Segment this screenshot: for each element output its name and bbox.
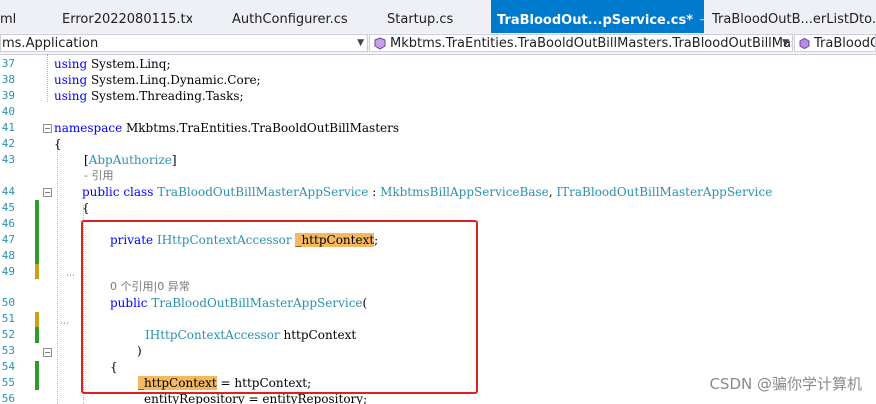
- tab-trabloodout-appservice[interactable]: TraBloodOut...pService.cs*⊣×: [491, 0, 704, 33]
- tab-ml[interactable]: ml: [0, 0, 20, 33]
- code-text: namespace Mkbtms.TraEntities.TraBooldOut…: [54, 120, 399, 136]
- code-text: {: [54, 137, 62, 151]
- code-text: using System.Linq;: [54, 56, 171, 72]
- type-name: TraBloodOutBillMasterAppService: [157, 185, 369, 199]
- code-token: System.Threading.Tasks;: [87, 89, 244, 103]
- code-line: 43 [AbpAuthorize]: [0, 152, 876, 168]
- tab-startup[interactable]: Startup.cs: [387, 0, 477, 33]
- tab-label: Error2022080115.txt: [62, 12, 192, 27]
- tab-trabloodout-listdto[interactable]: TraBloodOutB...erListDto.cs: [712, 0, 876, 33]
- project-name: ms.Application: [2, 36, 99, 51]
- code-text: {: [82, 201, 90, 215]
- type-name: MkbtmsBillAppServiceBase: [380, 185, 549, 199]
- code-text: [AbpAuthorize]: [84, 152, 177, 168]
- line-number: 49: [1, 265, 15, 278]
- code-token: ]: [171, 153, 177, 167]
- line-number: 43: [1, 153, 15, 166]
- type-name: ITraBloodOutBillMasterAppService: [556, 185, 773, 199]
- line-number: 54: [1, 360, 15, 373]
- navigation-bar: ms.Application ▼ Mkbtms.TraEntities.TraB…: [0, 33, 876, 55]
- tab-label: ml: [0, 12, 17, 27]
- tab-label: Startup.cs: [387, 12, 454, 27]
- line-number: 41: [1, 121, 15, 134]
- line-number: 53: [1, 344, 15, 357]
- line-number: 44: [1, 185, 15, 198]
- class-icon: [374, 37, 386, 50]
- line-number: 39: [1, 89, 15, 102]
- code-text: using System.Threading.Tasks;: [54, 88, 244, 104]
- code-text: using System.Linq.Dynamic.Core;: [54, 72, 261, 88]
- line-number: 51: [1, 312, 15, 325]
- member-name: TraBloodO: [814, 36, 876, 51]
- keyword: using: [54, 73, 88, 87]
- line-number: 42: [1, 137, 15, 150]
- keyword: class: [123, 185, 154, 199]
- code-line: 42 {: [0, 136, 876, 152]
- watermark: CSDN @骗你学计算机: [709, 375, 862, 393]
- line-number: 55: [1, 376, 15, 389]
- code-token: System.Linq.Dynamic.Core;: [87, 73, 261, 87]
- code-line: 39 using System.Threading.Tasks;: [0, 88, 876, 104]
- document-tab-strip: ml Error2022080115.txt AuthConfigurer.cs…: [0, 0, 876, 34]
- code-text: public class TraBloodOutBillMasterAppSer…: [82, 184, 772, 200]
- codelens-line: - 引用: [0, 168, 876, 184]
- code-token: :: [368, 185, 381, 199]
- code-line: 44 public class TraBloodOutBillMasterApp…: [0, 184, 876, 200]
- line-number: 40: [1, 105, 15, 118]
- code-token: System.Linq;: [87, 57, 171, 71]
- line-number: 37: [1, 57, 15, 70]
- member-dropdown[interactable]: TraBloodO: [794, 34, 876, 52]
- method-icon: [799, 37, 810, 50]
- code-line: 38 using System.Linq.Dynamic.Core;: [0, 72, 876, 88]
- type-name: AbpAuthorize: [88, 153, 172, 167]
- type-dropdown[interactable]: Mkbtms.TraEntities.TraBooldOutBillMaster…: [369, 34, 793, 52]
- keyword: public: [82, 185, 120, 199]
- keyword: using: [54, 89, 88, 103]
- code-line: 45 {: [0, 200, 876, 216]
- line-number: 50: [1, 296, 15, 309]
- pin-icon[interactable]: ⊣: [699, 13, 704, 27]
- tab-error-log[interactable]: Error2022080115.txt: [62, 0, 192, 33]
- chevron-down-icon: ▼: [357, 38, 364, 48]
- project-dropdown[interactable]: ms.Application ▼: [0, 34, 368, 52]
- keyword: namespace: [54, 121, 123, 135]
- code-line: 40: [0, 104, 876, 120]
- keyword: using: [54, 57, 88, 71]
- line-number: 45: [1, 201, 15, 214]
- code-token: Mkbtms.TraEntities.TraBooldOutBillMaster…: [122, 121, 400, 135]
- code-line: 41 namespace Mkbtms.TraEntities.TraBoold…: [0, 120, 876, 136]
- code-line: 37 using System.Linq;: [0, 56, 876, 72]
- line-number: 47: [1, 233, 15, 246]
- line-number: 56: [1, 392, 15, 404]
- chevron-down-icon: ▼: [782, 38, 789, 48]
- type-name: Mkbtms.TraEntities.TraBooldOutBillMaster…: [390, 36, 793, 51]
- line-number: 48: [1, 249, 15, 262]
- tab-label: TraBloodOutB...erListDto.cs: [712, 12, 876, 27]
- annotation-highlight-box: [81, 220, 478, 394]
- line-number: 46: [1, 217, 15, 230]
- codelens-references[interactable]: - 引用: [84, 168, 113, 184]
- tab-label: TraBloodOut...pService.cs*: [497, 13, 694, 28]
- line-number: 38: [1, 73, 15, 86]
- tab-authconfigurer[interactable]: AuthConfigurer.cs: [232, 0, 372, 33]
- line-number: 52: [1, 328, 15, 341]
- tab-label: AuthConfigurer.cs: [232, 12, 348, 27]
